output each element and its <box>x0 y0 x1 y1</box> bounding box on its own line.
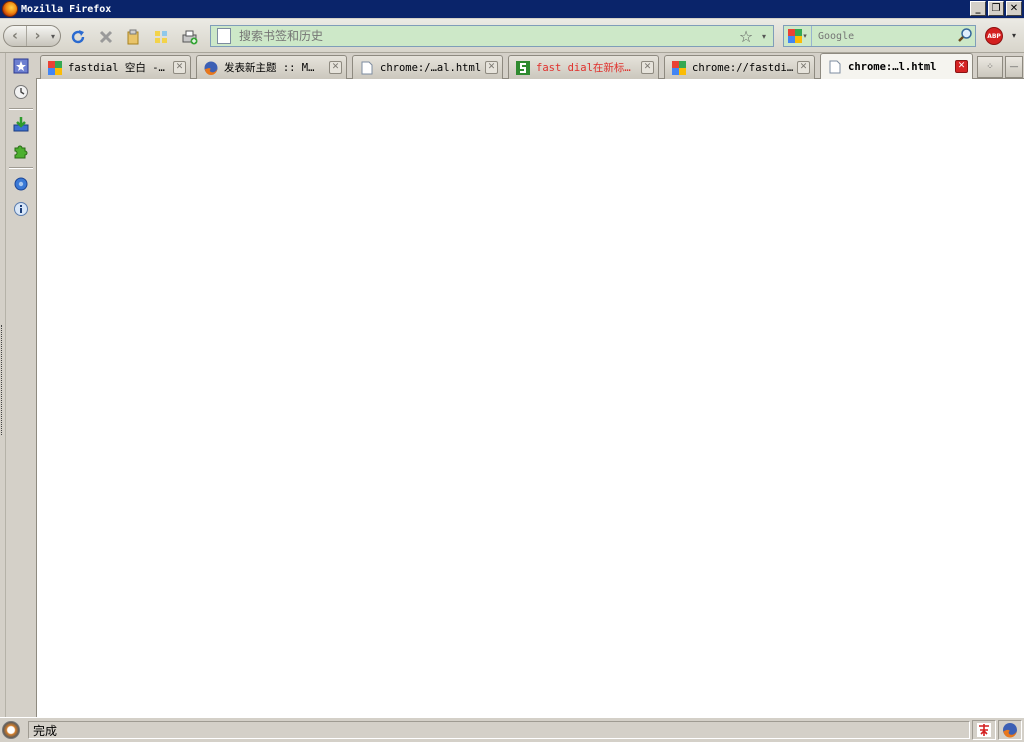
window-title: Mozilla Firefox <box>21 3 112 15</box>
clipboard-button[interactable] <box>124 28 142 46</box>
search-go-button[interactable] <box>955 27 975 46</box>
window-controls: _ ❐ ✕ <box>970 1 1022 16</box>
back-forward-group: ‹ › ▾ <box>3 25 61 47</box>
tab-list-button[interactable]: — <box>1005 56 1023 78</box>
tab-bar: fastdial 空白 -… ✕ 发表新主题 :: M… ✕ chrome:/…… <box>36 53 1024 79</box>
status-clock-icon[interactable] <box>2 721 20 739</box>
green-s-icon <box>515 60 531 76</box>
bookmark-star-icon[interactable]: ☆ <box>737 27 755 46</box>
back-button[interactable]: ‹ <box>4 26 26 46</box>
sidebar-separator <box>9 167 33 169</box>
firefox-icon <box>203 60 219 76</box>
reload-button[interactable] <box>69 28 87 46</box>
search-bar[interactable]: ▾ <box>783 25 976 47</box>
sidebar-icon-column <box>7 53 35 717</box>
bookmarks-icon <box>13 58 29 74</box>
tab-scroll-button[interactable]: ⁘ <box>977 56 1003 78</box>
history-dropdown-button[interactable]: ▾ <box>48 32 58 41</box>
firefox-app-icon[interactable] <box>2 1 18 17</box>
print-button[interactable] <box>181 28 199 46</box>
page-icon <box>217 28 231 44</box>
search-engine-selector[interactable]: ▾ <box>784 26 812 46</box>
tab-active-chrome-html[interactable]: chrome:…l.html ✕ <box>820 53 973 79</box>
navigation-toolbar: ‹ › ▾ 搜索书签和历史 ☆ ▾ ▾ Google ABP ▾ <box>0 19 1024 53</box>
reload-icon <box>71 30 85 44</box>
tab-close-button[interactable]: ✕ <box>955 60 968 73</box>
tab-chrome-html[interactable]: chrome:/…al.html ✕ <box>352 55 503 79</box>
sidebar-history-button[interactable] <box>12 83 30 101</box>
tab-chrome-fastdial[interactable]: chrome://fastdi… ✕ <box>664 55 815 79</box>
url-input[interactable] <box>239 27 737 45</box>
sidebar-info-button[interactable] <box>12 200 30 218</box>
history-clock-icon <box>14 85 28 99</box>
title-bar: Mozilla Firefox _ ❐ ✕ <box>0 0 1024 18</box>
sticky-notes-button[interactable] <box>152 28 170 46</box>
printer-icon <box>182 30 198 45</box>
search-engine-dropdown-arrow: ▾ <box>803 32 807 40</box>
tab-close-button[interactable]: ✕ <box>797 61 810 74</box>
magnifier-icon <box>958 27 972 42</box>
puzzle-piece-icon <box>14 145 28 159</box>
url-history-dropdown[interactable]: ▾ <box>755 32 773 41</box>
status-addon-button[interactable] <box>972 720 996 740</box>
status-text: 完成 <box>28 721 970 739</box>
sticky-notes-icon <box>155 31 167 43</box>
sidebar-bookmarks-button[interactable] <box>12 57 30 75</box>
sidebar <box>0 53 36 717</box>
forward-button[interactable]: › <box>26 26 48 46</box>
google-icon <box>671 60 687 76</box>
tab-label: fast dial在新标… <box>536 62 631 74</box>
sidebar-downloads-button[interactable] <box>12 115 30 133</box>
page-content[interactable] <box>36 79 1024 717</box>
status-bar: 完成 <box>0 717 1024 742</box>
sidebar-settings-button[interactable] <box>12 175 30 193</box>
sidebar-separator <box>9 108 33 110</box>
page-icon <box>827 59 843 75</box>
blue-gear-icon <box>14 177 28 191</box>
splitter-grip[interactable] <box>1 325 4 435</box>
tab-fast-dial-new-tab[interactable]: fast dial在新标… ✕ <box>508 55 659 79</box>
firefox-icon <box>1003 723 1017 738</box>
red-character-icon <box>977 723 991 737</box>
info-icon <box>14 202 28 216</box>
search-input[interactable] <box>818 27 955 45</box>
tab-label: 发表新主题 :: M… <box>224 62 315 74</box>
tab-label: chrome:…l.html <box>848 60 937 73</box>
google-icon <box>788 29 803 43</box>
downloads-icon <box>13 117 29 132</box>
tab-fastdial-blank[interactable]: fastdial 空白 -… ✕ <box>40 55 191 79</box>
restore-button[interactable]: ❐ <box>988 1 1004 16</box>
page-icon <box>359 60 375 76</box>
tab-label: fastdial 空白 -… <box>68 62 165 74</box>
sidebar-splitter[interactable] <box>0 53 6 717</box>
tab-label: chrome://fastdi… <box>692 61 794 74</box>
tab-new-topic[interactable]: 发表新主题 :: M… ✕ <box>196 55 347 79</box>
google-icon <box>47 60 63 76</box>
status-firefox-button[interactable] <box>998 720 1022 740</box>
url-bar[interactable]: ☆ ▾ <box>210 25 774 47</box>
tab-close-button[interactable]: ✕ <box>485 61 498 74</box>
stop-button[interactable] <box>97 28 115 46</box>
tab-close-button[interactable]: ✕ <box>641 61 654 74</box>
tab-label: chrome:/…al.html <box>380 61 482 74</box>
clipboard-icon <box>127 29 139 45</box>
tab-close-button[interactable]: ✕ <box>173 61 186 74</box>
adblock-plus-button[interactable]: ABP <box>985 27 1003 45</box>
adblock-dropdown[interactable]: ▾ <box>1012 31 1016 40</box>
sidebar-addons-button[interactable] <box>12 142 30 160</box>
stop-icon <box>99 30 113 44</box>
tab-close-button[interactable]: ✕ <box>329 61 342 74</box>
close-window-button[interactable]: ✕ <box>1006 1 1022 16</box>
minimize-button[interactable]: _ <box>970 1 986 16</box>
